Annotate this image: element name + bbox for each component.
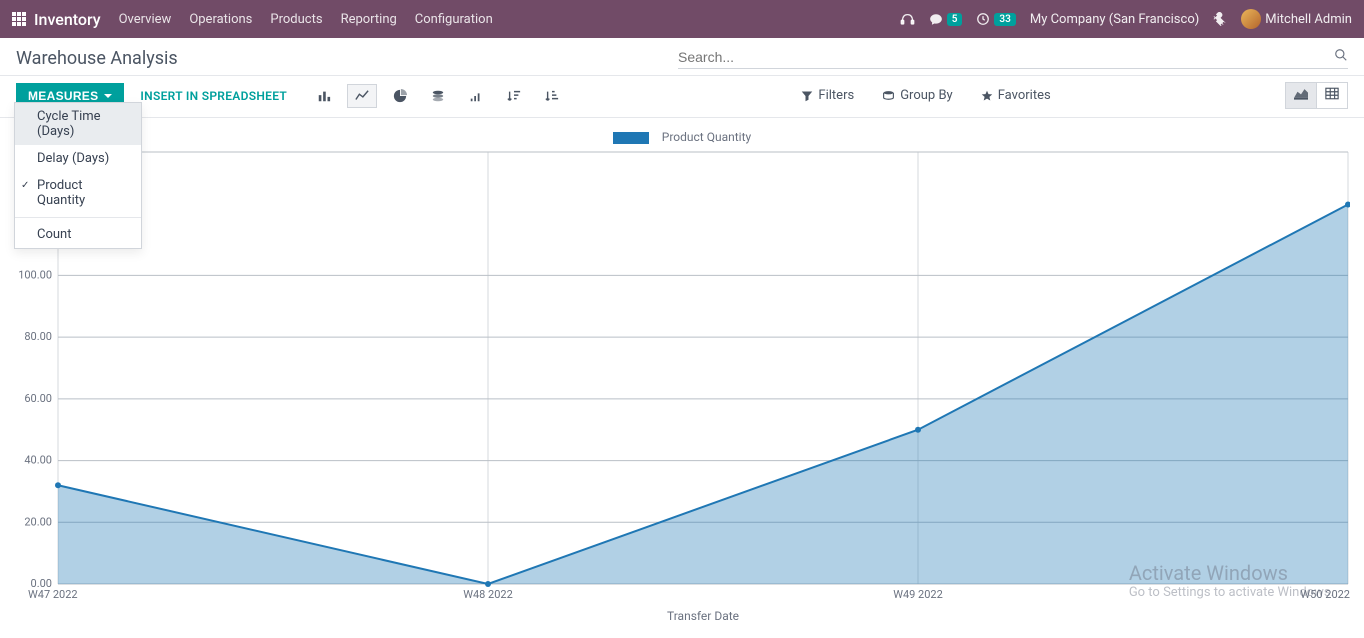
groupby-button[interactable]: Group By — [872, 84, 963, 107]
chart-container: Product Quantity 0.0020.0040.0060.0080.0… — [0, 118, 1364, 638]
pie-chart-button[interactable] — [385, 84, 415, 108]
svg-text:W47 2022: W47 2022 — [28, 588, 78, 601]
svg-text:20.00: 20.00 — [24, 515, 52, 528]
insert-spreadsheet-button[interactable]: INSERT IN SPREADSHEET — [132, 83, 295, 109]
measure-product-quantity[interactable]: ✓ Product Quantity — [15, 172, 141, 214]
stacked-button[interactable] — [423, 84, 453, 108]
view-switcher — [1285, 82, 1348, 109]
svg-text:Transfer Date: Transfer Date — [667, 609, 739, 623]
svg-text:40.00: 40.00 — [24, 454, 52, 467]
sort-asc-button[interactable] — [537, 84, 567, 108]
sort-desc-button[interactable] — [499, 84, 529, 108]
search-input[interactable] — [678, 49, 1334, 65]
favorites-button[interactable]: Favorites — [971, 84, 1061, 107]
page-title: Warehouse Analysis — [16, 48, 178, 69]
subheader: Warehouse Analysis — [0, 38, 1364, 76]
support-icon[interactable] — [900, 12, 915, 26]
avatar — [1241, 9, 1261, 29]
activities-button[interactable]: 33 — [976, 12, 1015, 26]
chart-legend: Product Quantity — [14, 126, 1350, 146]
bar-chart-button[interactable] — [309, 84, 339, 108]
measure-count[interactable]: Count — [15, 221, 141, 248]
measures-button-label: MEASURES — [28, 89, 98, 103]
search-bar[interactable] — [678, 48, 1348, 69]
messages-button[interactable]: 5 — [929, 13, 963, 26]
svg-text:W49 2022: W49 2022 — [893, 588, 943, 601]
debug-icon[interactable] — [1213, 12, 1227, 26]
top-navbar: Inventory Overview Operations Products R… — [0, 0, 1364, 38]
caret-down-icon — [104, 94, 112, 98]
svg-text:W48 2022: W48 2022 — [463, 588, 513, 601]
apps-icon[interactable] — [12, 12, 26, 26]
measure-cycle-time[interactable]: Cycle Time (Days) — [15, 103, 141, 145]
search-icon[interactable] — [1334, 48, 1348, 66]
nav-products[interactable]: Products — [270, 12, 322, 27]
control-panel: MEASURES INSERT IN SPREADSHEET Filters G… — [0, 76, 1364, 118]
pivot-view-button[interactable] — [1316, 83, 1347, 108]
nav-reporting[interactable]: Reporting — [341, 12, 397, 27]
check-icon: ✓ — [21, 180, 29, 191]
line-chart-button[interactable] — [347, 84, 377, 108]
svg-text:W50 2022: W50 2022 — [1300, 588, 1350, 601]
svg-text:100.00: 100.00 — [18, 268, 52, 281]
filters-button[interactable]: Filters — [791, 84, 864, 107]
nav-operations[interactable]: Operations — [189, 12, 252, 27]
nav-overview[interactable]: Overview — [119, 12, 172, 27]
messages-badge: 5 — [947, 13, 963, 26]
company-switcher[interactable]: My Company (San Francisco) — [1030, 12, 1199, 27]
ascending-button[interactable] — [461, 84, 491, 108]
graph-view-button[interactable] — [1286, 83, 1316, 108]
svg-text:60.00: 60.00 — [24, 392, 52, 405]
user-menu[interactable]: Mitchell Admin — [1241, 9, 1352, 29]
measure-delay[interactable]: Delay (Days) — [15, 145, 141, 172]
user-name: Mitchell Admin — [1265, 12, 1352, 27]
module-name[interactable]: Inventory — [34, 10, 101, 29]
legend-swatch — [613, 132, 649, 144]
dropdown-divider — [15, 217, 141, 218]
measures-dropdown: Cycle Time (Days) Delay (Days) ✓ Product… — [14, 102, 142, 249]
activities-badge: 33 — [994, 13, 1015, 26]
chart-svg: 0.0020.0040.0060.0080.00100.00140.00W47 … — [14, 146, 1350, 624]
legend-label: Product Quantity — [662, 130, 751, 144]
svg-text:80.00: 80.00 — [24, 330, 52, 343]
nav-configuration[interactable]: Configuration — [415, 12, 493, 27]
